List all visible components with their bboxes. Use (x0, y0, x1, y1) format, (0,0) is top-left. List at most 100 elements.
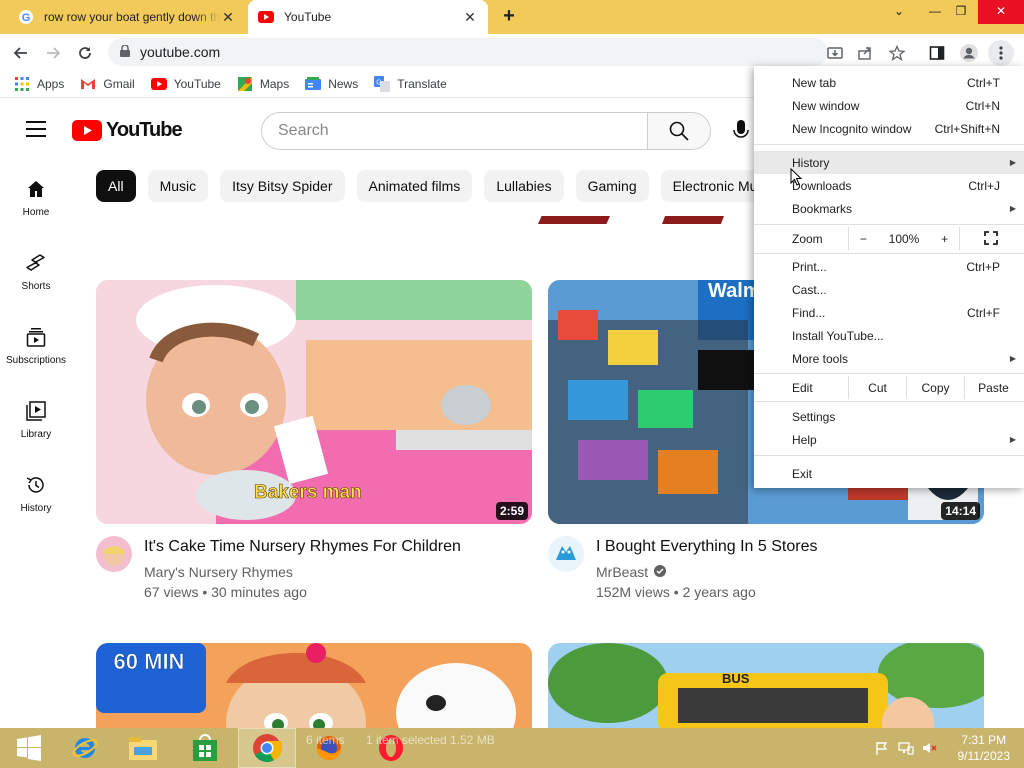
back-button[interactable] (8, 40, 34, 66)
close-icon[interactable]: ✕ (462, 9, 478, 26)
forward-button[interactable] (40, 40, 66, 66)
menu-item-settings[interactable]: Settings (754, 405, 1024, 428)
video-title[interactable]: It's Cake Time Nursery Rhymes For Childr… (144, 538, 461, 556)
bookmark-maps[interactable]: Maps (237, 76, 289, 92)
thumbnail-caption: Bakers man (254, 482, 362, 504)
search-button[interactable] (647, 112, 711, 150)
file-explorer-icon[interactable] (114, 728, 172, 768)
channel-name-row[interactable]: MrBeast (596, 564, 667, 580)
chevron-down-icon[interactable]: ⌄ (884, 0, 914, 24)
menu-separator (754, 373, 1024, 374)
chip-music[interactable]: Music (147, 170, 209, 202)
bookmark-gmail[interactable]: Gmail (80, 76, 135, 92)
duration-badge: 14:14 (941, 502, 980, 520)
bookmark-apps[interactable]: Apps (14, 76, 64, 92)
menu-item-find[interactable]: Find... Ctrl+F (754, 301, 1024, 324)
youtube-icon (258, 9, 274, 25)
submenu-arrow-icon: ▶ (1009, 204, 1016, 213)
menu-item-new-window[interactable]: New window Ctrl+N (754, 94, 1024, 117)
nav-subscriptions[interactable]: Subscriptions (0, 311, 72, 385)
address-bar[interactable]: youtube.com (108, 38, 828, 66)
bookmark-news[interactable]: News (305, 76, 358, 92)
zoom-label: Zoom (792, 232, 823, 246)
profile-avatar-icon[interactable] (956, 40, 982, 66)
video-thumbnail[interactable]: BUS (548, 643, 984, 733)
cut-button[interactable]: Cut (848, 376, 906, 399)
zoom-in-button[interactable]: + (941, 232, 948, 246)
menu-item-new-incognito[interactable]: New Incognito window Ctrl+Shift+N (754, 117, 1024, 140)
svg-text:G: G (376, 79, 381, 86)
store-icon[interactable] (176, 728, 234, 768)
nav-history[interactable]: History (0, 459, 72, 533)
windows-taskbar: 6 items 1 item selected 1.52 MB 7:31 PM … (0, 728, 1024, 768)
menu-item-new-tab[interactable]: New tab Ctrl+T (754, 71, 1024, 94)
translate-icon: G (374, 75, 391, 92)
library-icon (24, 399, 48, 423)
hamburger-menu-icon[interactable] (26, 121, 46, 137)
microphone-icon[interactable] (733, 119, 749, 148)
chip-animated-films[interactable]: Animated films (356, 170, 473, 202)
channel-name[interactable]: Mary's Nursery Rhymes (144, 564, 293, 580)
gmail-icon (80, 76, 96, 92)
start-button[interactable] (0, 728, 58, 768)
video-thumbnail[interactable]: Bakers man 2:59 (96, 280, 532, 524)
menu-item-print[interactable]: Print... Ctrl+P (754, 255, 1024, 278)
side-panel-icon[interactable] (924, 40, 950, 66)
search-icon (669, 121, 689, 141)
network-icon[interactable] (898, 740, 914, 756)
zoom-out-button[interactable]: − (860, 232, 867, 246)
close-window-button[interactable]: ✕ (978, 0, 1024, 24)
mouse-cursor-icon (790, 167, 803, 191)
restore-button[interactable]: ❐ (946, 0, 976, 24)
copy-button[interactable]: Copy (906, 376, 964, 399)
menu-separator (754, 455, 1024, 456)
system-clock[interactable]: 7:31 PM 9/11/2023 (958, 732, 1011, 764)
channel-avatar[interactable] (548, 536, 584, 572)
bookmark-youtube[interactable]: YouTube (150, 76, 221, 92)
chip-electronic-music[interactable]: Electronic Music (660, 170, 756, 202)
video-thumbnail[interactable]: 60 MIN (96, 643, 532, 733)
menu-separator (754, 224, 1024, 225)
action-center-flag-icon[interactable] (874, 740, 890, 756)
chip-all[interactable]: All (96, 170, 136, 202)
menu-item-cast[interactable]: Cast... (754, 278, 1024, 301)
maps-icon (237, 76, 253, 92)
chip-itsy-bitsy-spider[interactable]: Itsy Bitsy Spider (220, 170, 345, 202)
menu-item-exit[interactable]: Exit (754, 462, 1024, 485)
submenu-arrow-icon: ▶ (1009, 158, 1016, 167)
apps-grid-icon (14, 76, 30, 92)
menu-item-help[interactable]: Help ▶ (754, 428, 1024, 451)
tab-youtube[interactable]: YouTube ✕ (248, 0, 488, 34)
install-app-icon[interactable] (822, 40, 848, 66)
volume-muted-icon[interactable] (922, 740, 938, 756)
new-tab-button[interactable]: + (498, 6, 520, 28)
fullscreen-icon[interactable] (984, 231, 998, 248)
kebab-menu-icon[interactable] (988, 40, 1014, 66)
youtube-logo[interactable]: YouTube (72, 119, 183, 142)
nav-library[interactable]: Library (0, 385, 72, 459)
nav-shorts[interactable]: Shorts (0, 237, 72, 311)
search-input[interactable]: Search (261, 112, 648, 150)
paste-button[interactable]: Paste (964, 376, 1022, 399)
reload-button[interactable] (72, 40, 98, 66)
chrome-taskbar-icon[interactable] (238, 728, 296, 768)
submenu-arrow-icon: ▶ (1009, 354, 1016, 363)
channel-name: MrBeast (596, 564, 649, 580)
chip-lullabies[interactable]: Lullabies (484, 170, 564, 202)
nav-home[interactable]: Home (0, 163, 72, 237)
chip-gaming[interactable]: Gaming (575, 170, 649, 202)
bookmark-translate[interactable]: G Translate (374, 75, 447, 92)
tab-strip: G row row your boat gently down the stre… (0, 0, 1024, 34)
nav-label: History (20, 503, 52, 514)
tab-google-search[interactable]: G row row your boat gently down the stre… (8, 0, 246, 34)
bookmark-star-icon[interactable] (884, 40, 910, 66)
internet-explorer-icon[interactable] (56, 728, 114, 768)
zoom-level: 100% (888, 231, 920, 246)
channel-avatar[interactable] (96, 536, 132, 572)
close-icon[interactable]: ✕ (220, 9, 236, 26)
share-icon[interactable] (852, 40, 878, 66)
menu-item-bookmarks[interactable]: Bookmarks ▶ (754, 197, 1024, 220)
menu-item-install-youtube[interactable]: Install YouTube... (754, 324, 1024, 347)
menu-item-more-tools[interactable]: More tools ▶ (754, 347, 1024, 370)
video-title[interactable]: I Bought Everything In 5 Stores (596, 538, 817, 556)
